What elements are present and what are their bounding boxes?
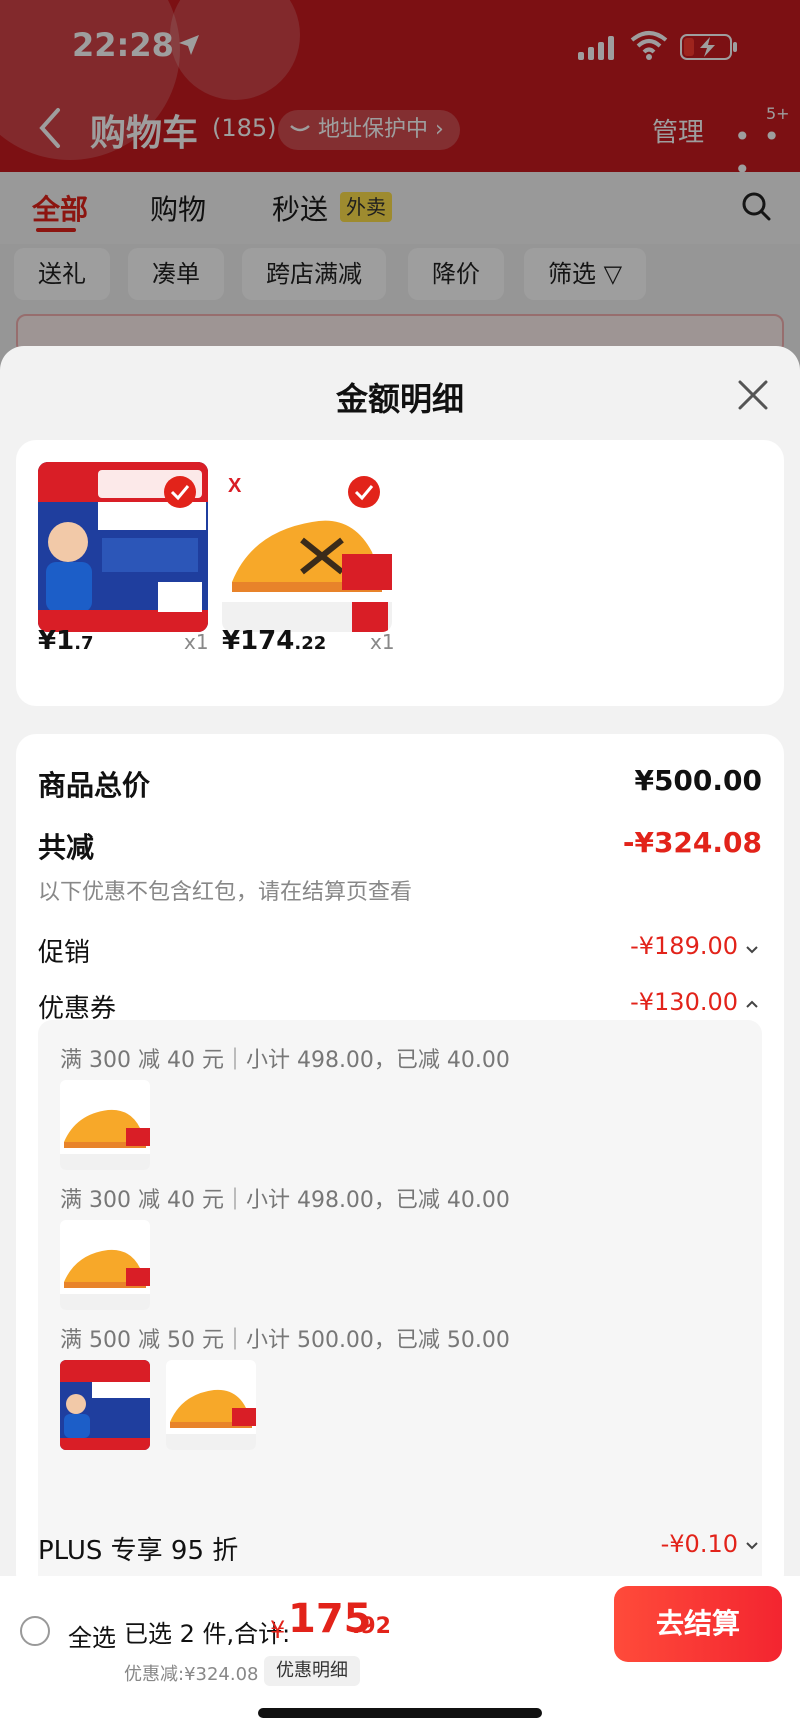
price-decimal: .22 xyxy=(294,633,327,654)
selected-checkmark-icon[interactable] xyxy=(348,476,380,508)
plus-discount-label: PLUS 专享 95 折 xyxy=(38,1536,239,1566)
discount-summary: 优惠减:¥324.08 xyxy=(124,1664,259,1685)
total-price-label: 商品总价 xyxy=(38,769,151,802)
coupon-product-thumbnail xyxy=(166,1360,256,1450)
chevron-down-icon[interactable] xyxy=(744,1540,760,1552)
total-price-value: ¥500.00 xyxy=(634,764,762,797)
select-all-radio[interactable] xyxy=(20,1616,50,1646)
total-currency: ¥ xyxy=(270,1616,286,1644)
coupon-product-thumbnail xyxy=(60,1080,150,1170)
select-all-label[interactable]: 全选 xyxy=(68,1618,116,1653)
price-integer: ¥1 xyxy=(38,626,75,656)
price-breakdown-card: 商品总价 ¥500.00 共减 -¥324.08 以下优惠不包含红包，请在结算页… xyxy=(16,734,784,1730)
reduction-note: 以下优惠不包含红包，请在结算页查看 xyxy=(38,880,413,905)
selected-products-card: ¥1.7 x1 X ¥174.22 x1 xyxy=(16,440,784,706)
price-decimal: .7 xyxy=(74,633,94,654)
orange-running-shoe-image xyxy=(60,1080,150,1170)
total-amount-decimal: .92 xyxy=(352,1614,391,1639)
collagen-product-image xyxy=(60,1360,150,1450)
coupon-rule: 满 300 减 40 元｜小计 498.00，已减 40.00 xyxy=(60,1188,510,1213)
home-indicator xyxy=(258,1708,542,1718)
price-detail-sheet: 金额明细 ¥1.7 x1 X ¥174.22 x1 商品总价 ¥500.00 共… xyxy=(0,346,800,1730)
coupon-product-thumbnail xyxy=(60,1220,150,1310)
plus-discount-value[interactable]: -¥0.10 xyxy=(661,1530,738,1558)
coupon-value[interactable]: -¥130.00 xyxy=(630,988,738,1016)
product-quantity: x1 xyxy=(184,630,209,654)
coupon-rule: 满 300 减 40 元｜小计 498.00，已减 40.00 xyxy=(60,1048,510,1073)
total-reduction-label: 共减 xyxy=(38,831,95,864)
checkout-bar: 全选 已选 2 件,合计: ¥ 175 .92 优惠减:¥324.08 优惠明细… xyxy=(0,1576,800,1730)
product-quantity: x1 xyxy=(370,630,395,654)
product-price: ¥1.7 xyxy=(38,626,94,656)
checkout-button[interactable]: 去结算 xyxy=(614,1586,782,1662)
orange-running-shoe-image xyxy=(60,1220,150,1310)
promotion-label: 促销 xyxy=(38,938,91,968)
chevron-up-icon[interactable] xyxy=(744,998,760,1010)
promotion-value[interactable]: -¥189.00 xyxy=(630,932,738,960)
coupon-product-thumbnail xyxy=(60,1360,150,1450)
coupon-rule: 满 500 减 50 元｜小计 500.00，已减 50.00 xyxy=(60,1328,510,1353)
close-icon[interactable] xyxy=(736,378,770,412)
orange-running-shoe-image xyxy=(166,1360,256,1450)
product-price: ¥174.22 xyxy=(222,626,326,656)
selected-count: 已选 2 件,合计: xyxy=(124,1620,291,1648)
selected-checkmark-icon[interactable] xyxy=(164,476,196,508)
price-integer: ¥174 xyxy=(222,626,295,656)
chevron-down-icon[interactable] xyxy=(744,944,760,956)
svg-text:X: X xyxy=(228,475,242,497)
coupon-breakdown-panel: 满 300 减 40 元｜小计 498.00，已减 40.00 满 300 减 … xyxy=(38,1020,762,1490)
sheet-title: 金额明细 xyxy=(335,380,464,418)
total-reduction-value: -¥324.08 xyxy=(622,826,762,859)
discount-detail-button[interactable]: 优惠明细 xyxy=(264,1656,360,1686)
